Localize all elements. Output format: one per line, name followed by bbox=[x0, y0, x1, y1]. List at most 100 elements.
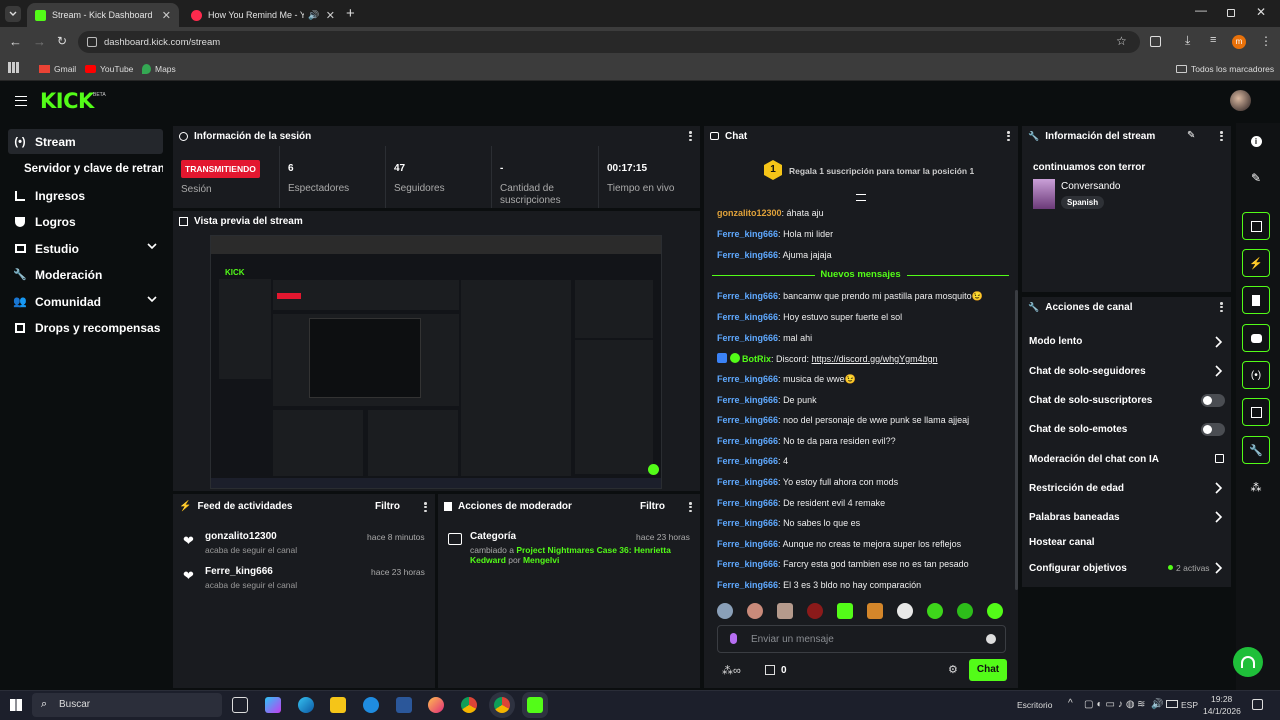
desktop-label[interactable]: Escritorio bbox=[1017, 700, 1052, 710]
forward-button[interactable]: → bbox=[33, 35, 46, 48]
chat-username[interactable]: Ferre_king666 bbox=[717, 580, 778, 590]
setting-banned-words[interactable]: Palabras baneadas bbox=[1029, 512, 1120, 523]
nav-stream[interactable]: (•) Stream bbox=[8, 129, 163, 154]
maximize-button[interactable] bbox=[1227, 9, 1235, 17]
chat-username[interactable]: Ferre_king666 bbox=[717, 415, 778, 425]
close-tab-icon[interactable]: ✕ bbox=[162, 9, 171, 22]
emote-icon[interactable] bbox=[957, 603, 973, 619]
points-icon[interactable]: ⁂ bbox=[1242, 473, 1270, 501]
emote-icon[interactable] bbox=[717, 603, 733, 619]
chat-username[interactable]: Ferre_king666 bbox=[717, 477, 778, 487]
feed-user[interactable]: gonzalito12300 bbox=[205, 531, 277, 542]
notifications-icon[interactable] bbox=[1252, 699, 1263, 710]
chat-username[interactable]: Ferre_king666 bbox=[717, 436, 778, 446]
info-icon[interactable]: i bbox=[1242, 127, 1270, 155]
focus-mode-icon[interactable] bbox=[1242, 212, 1270, 240]
reload-button[interactable]: ↻ bbox=[57, 35, 67, 47]
volume-icon[interactable]: 🔊 bbox=[1151, 699, 1163, 710]
moderator-link[interactable]: Mengelvi bbox=[523, 555, 559, 565]
wifi-icon[interactable]: ≋ bbox=[1137, 699, 1145, 710]
more-options-icon[interactable] bbox=[1220, 131, 1223, 141]
close-window-button[interactable]: ✕ bbox=[1256, 5, 1266, 19]
nav-moderacion[interactable]: 🔧 Moderación bbox=[8, 262, 163, 287]
kick-logo[interactable]: KICK bbox=[40, 89, 94, 113]
emote-icon[interactable] bbox=[927, 603, 943, 619]
tab-kick-dashboard[interactable]: Stream - Kick Dashboard ✕ bbox=[27, 3, 179, 27]
more-options-icon[interactable] bbox=[689, 131, 692, 141]
download-icon[interactable]: ⤓ bbox=[1185, 33, 1190, 48]
microphone-icon[interactable] bbox=[730, 633, 737, 644]
word-icon[interactable] bbox=[396, 697, 412, 713]
chevron-right-icon[interactable] bbox=[1214, 482, 1224, 494]
document-icon[interactable] bbox=[1242, 286, 1270, 314]
chat-settings-icon[interactable]: ⚙ bbox=[948, 663, 958, 676]
send-chat-button[interactable]: Chat bbox=[969, 659, 1007, 681]
close-tab-icon[interactable]: ✕ bbox=[326, 9, 335, 22]
emote-icon[interactable] bbox=[807, 603, 823, 619]
user-avatar[interactable] bbox=[1230, 90, 1251, 111]
setting-goals[interactable]: Configurar objetivos bbox=[1029, 563, 1127, 574]
chat-username[interactable]: Ferre_king666 bbox=[717, 395, 778, 405]
setting-host-channel[interactable]: Hostear canal bbox=[1029, 537, 1095, 548]
wrench-icon[interactable]: 🔧 bbox=[1242, 436, 1270, 464]
copilot-icon[interactable] bbox=[265, 697, 281, 713]
chrome-active-icon[interactable] bbox=[494, 697, 510, 713]
feed-user[interactable]: Ferre_king666 bbox=[205, 566, 273, 577]
chat-link[interactable]: https://discord.gg/whgYgm4bgn bbox=[812, 354, 938, 364]
feed-filter-button[interactable]: Filtro bbox=[375, 501, 400, 512]
clock-time[interactable]: 19:28 bbox=[1211, 694, 1232, 704]
nav-comunidad[interactable]: 👥 Comunidad bbox=[8, 289, 163, 314]
chat-username[interactable]: gonzalito12300 bbox=[717, 208, 782, 218]
nav-logros[interactable]: Logros bbox=[8, 209, 163, 234]
file-explorer-icon[interactable] bbox=[330, 697, 346, 713]
apps-grid-icon[interactable] bbox=[8, 62, 19, 73]
chevron-right-icon[interactable] bbox=[1214, 365, 1224, 377]
emote-icon[interactable] bbox=[867, 603, 883, 619]
edge-icon[interactable] bbox=[298, 697, 314, 713]
chat-username[interactable]: Ferre_king666 bbox=[717, 498, 778, 508]
setting-followers-only[interactable]: Chat de solo-seguidores bbox=[1029, 366, 1146, 377]
bookmark-gmail[interactable]: Gmail bbox=[39, 61, 76, 77]
support-button[interactable] bbox=[1233, 647, 1263, 677]
minimize-button[interactable]: — bbox=[1195, 3, 1207, 17]
tab-list-button[interactable] bbox=[5, 6, 21, 22]
profile-avatar[interactable]: m bbox=[1232, 35, 1246, 49]
edit-pencil-icon[interactable]: ✎ bbox=[1187, 130, 1195, 141]
emote-icon[interactable] bbox=[897, 603, 913, 619]
chat-username[interactable]: Ferre_king666 bbox=[717, 518, 778, 528]
input-language[interactable]: ESP bbox=[1181, 700, 1198, 710]
battery-icon[interactable] bbox=[1166, 700, 1178, 708]
back-button[interactable]: ← bbox=[9, 35, 22, 48]
chevron-down-icon[interactable] bbox=[147, 295, 157, 303]
firefox-icon[interactable] bbox=[428, 697, 444, 713]
chat-username[interactable]: Ferre_king666 bbox=[717, 539, 778, 549]
broadcast-icon[interactable]: (•) bbox=[1242, 361, 1270, 389]
chat-input[interactable]: Enviar un mensaje bbox=[717, 625, 1006, 653]
chat-username[interactable]: Ferre_king666 bbox=[717, 559, 778, 569]
nav-estudio[interactable]: Estudio bbox=[8, 236, 163, 261]
chat-username[interactable]: Ferre_king666 bbox=[717, 333, 778, 343]
hamburger-menu-icon[interactable] bbox=[15, 96, 27, 106]
chevron-down-icon[interactable] bbox=[147, 242, 157, 250]
bookmark-star-icon[interactable]: ☆ bbox=[1116, 34, 1127, 48]
emotes-only-toggle[interactable] bbox=[1201, 423, 1225, 436]
nav-drops[interactable]: Drops y recompensas bbox=[8, 315, 163, 340]
chevron-right-icon[interactable] bbox=[1214, 511, 1224, 523]
chevron-right-icon[interactable] bbox=[1214, 562, 1224, 574]
chat-username[interactable]: BotRix bbox=[742, 354, 771, 364]
emote-icon[interactable] bbox=[987, 603, 1003, 619]
chat-username[interactable]: Ferre_king666 bbox=[717, 456, 778, 466]
more-options-icon[interactable] bbox=[1007, 131, 1010, 141]
taskbar-search[interactable]: ⌕ Buscar bbox=[32, 693, 222, 717]
new-tab-button[interactable]: + bbox=[346, 5, 355, 22]
setting-ai-moderation[interactable]: Moderación del chat con IA bbox=[1029, 454, 1159, 465]
bookmark-maps[interactable]: Maps bbox=[142, 61, 176, 77]
external-link-icon[interactable] bbox=[1215, 454, 1224, 463]
subscribers-only-toggle[interactable] bbox=[1201, 394, 1225, 407]
chat-username[interactable]: Ferre_king666 bbox=[717, 250, 778, 260]
all-bookmarks[interactable]: Todos los marcadores bbox=[1176, 61, 1274, 77]
chat-scrollbar[interactable] bbox=[1015, 290, 1018, 590]
emote-icon[interactable] bbox=[747, 603, 763, 619]
browser-menu-icon[interactable]: ⋮ bbox=[1260, 34, 1272, 48]
site-info-icon[interactable] bbox=[87, 37, 97, 47]
